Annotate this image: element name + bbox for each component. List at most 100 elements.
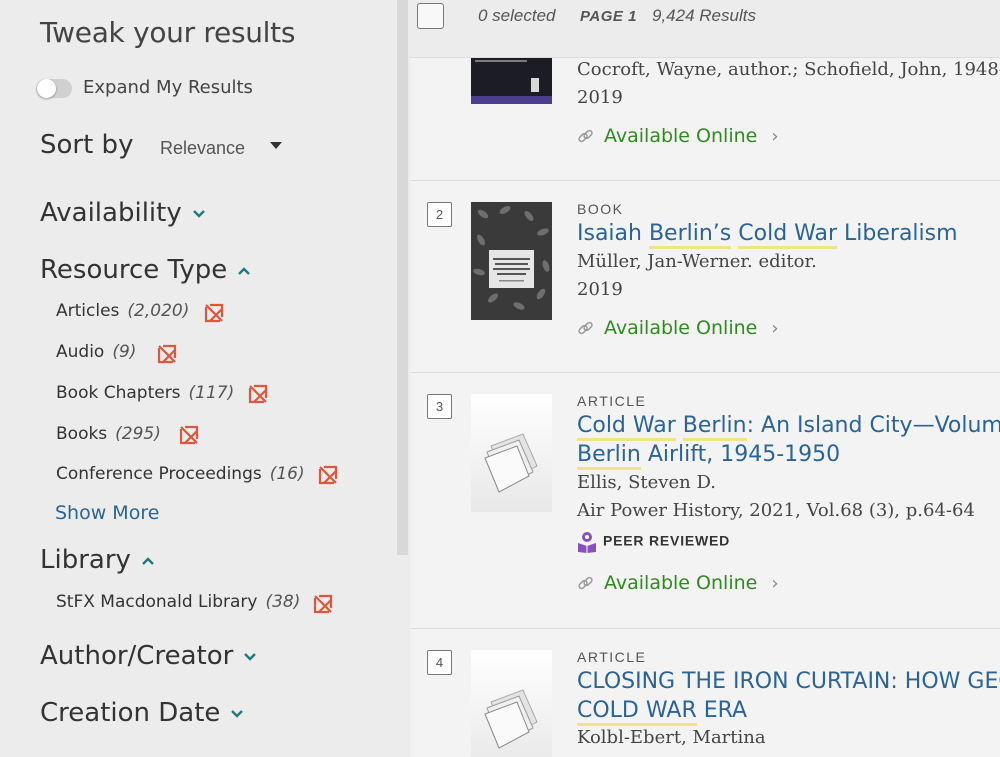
result-authors: Kolbl-Ebert, Martina [577,727,766,748]
facet-creation-date-label: Creation Date [40,698,221,728]
title-text: Isaiah [577,221,649,246]
title-highlight: Berlin [682,413,747,441]
peer-reviewed-badge: PEER REVIEWED [577,531,730,553]
exclude-facet-icon[interactable] [156,343,178,365]
available-online-label: Available Online [604,317,758,339]
link-icon [578,576,593,590]
facet-item-book-chapters[interactable]: Book Chapters (117) [56,383,234,403]
results-list: Cocroft, Wayne, author.; Schofield, John… [410,0,1000,757]
title-highlight: Cold War [577,413,676,441]
chevron-right-icon: › [771,318,779,339]
facet-scrollbar[interactable] [397,0,408,555]
selected-count: 0 selected [478,6,556,25]
peer-reviewed-label: PEER REVIEWED [603,532,731,549]
result-number: 3 [427,394,452,419]
title-highlight: Cold War [738,221,838,249]
panel-title: Tweak your results [40,16,296,49]
facet-availability-label: Availability [40,198,182,228]
show-more-link[interactable]: Show More [55,502,159,524]
result-number: 2 [427,202,452,227]
exclude-facet-icon[interactable] [203,302,225,324]
facet-item-label: Book Chapters [56,383,181,403]
facet-resource-type[interactable]: Resource Type [40,255,251,285]
facet-library-label: Library [40,545,131,575]
sort-select[interactable]: Relevance [160,138,245,159]
facet-item-count: (117) [188,383,235,403]
link-icon [578,321,593,335]
title-highlight: Berlin [577,442,641,470]
exclude-facet-icon[interactable] [317,464,339,486]
facet-item-label: Articles [56,301,120,321]
facet-item-conference-proceedings[interactable]: Conference Proceedings (16) [56,464,305,484]
toggle-knob [37,79,56,98]
result-title-link[interactable]: Isaiah Berlin’s Cold War Liberalism [577,219,958,249]
facet-item-count: (38) [265,592,301,612]
caret-down-icon[interactable] [270,142,282,149]
title-highlight: COLD WAR [577,698,697,726]
facet-availability[interactable]: Availability [40,198,206,228]
facet-item-label: Audio [56,342,105,362]
facet-item-count: (16) [269,464,305,484]
result-type: BOOK [577,201,624,217]
available-online-link[interactable]: Available Online › [577,125,779,147]
title-highlight: Berlin’s [648,221,732,249]
result-title-link[interactable]: Cold War Berlin: An Island City—Volume 1… [577,411,1000,470]
facet-item-label: Conference Proceedings [56,464,262,484]
result-item: 2 BOOK Isaiah Berlin’s Cold War Liberali… [410,181,1000,373]
page-indicator: PAGE 1 [580,8,637,25]
result-year: 2019 [577,87,623,108]
facet-creation-date[interactable]: Creation Date [40,698,244,728]
exclude-facet-icon[interactable] [178,424,200,446]
chevron-up-icon [142,556,154,565]
book-cover-thumbnail[interactable] [471,202,552,320]
facet-item-articles[interactable]: Articles (2,020) [56,301,189,321]
title-text [676,413,683,438]
title-text: : An Island City—Volume 1: [746,413,1000,438]
results-toolbar: 0 selected PAGE 1 9,424 Results [410,0,1000,58]
title-text: Airlift, 1945-1950 [640,442,841,467]
chevron-down-icon [231,709,244,718]
result-type: ARTICLE [577,393,647,409]
select-all-checkbox[interactable] [417,3,444,29]
article-thumbnail[interactable] [471,650,552,757]
result-authors: Ellis, Steven D. [577,472,716,493]
result-item: 4 ARTICLE CLOSING THE IRON CURTAIN: HOW … [410,629,1000,757]
link-icon [578,129,593,143]
result-source: Air Power History, 2021, Vol.68 (3), p.6… [577,500,975,521]
result-item: 3 ARTICLE Cold War Berlin: An Island Cit… [410,373,1000,629]
title-text: Liberalism [837,221,958,246]
exclude-facet-icon[interactable] [247,383,269,405]
facet-item-audio[interactable]: Audio (9) [56,342,136,362]
result-authors: Cocroft, Wayne, author.; Schofield, John… [577,59,1000,80]
expand-results-label: Expand My Results [83,77,253,98]
exclude-facet-icon[interactable] [312,593,334,615]
result-number: 4 [427,650,452,675]
sort-by-label: Sort by [40,130,134,160]
chevron-right-icon: › [771,573,779,594]
chevron-right-icon: › [771,126,779,147]
chevron-up-icon [238,266,251,275]
facet-item-count: (2,020) [127,301,190,321]
expand-results-toggle[interactable] [36,79,72,98]
chevron-down-icon [244,652,257,661]
result-year: 2019 [577,279,623,300]
facet-author-creator[interactable]: Author/Creator [40,641,257,671]
article-thumbnail[interactable] [471,394,552,512]
facet-item-books[interactable]: Books (295) [56,424,161,444]
title-text: CLOSING THE IRON CURTAIN: HOW GEOLO [577,669,1000,694]
chevron-down-icon [192,209,205,218]
available-online-link[interactable]: Available Online › [577,572,779,594]
peer-reviewed-icon [578,532,596,553]
facet-author-label: Author/Creator [40,641,234,671]
facet-item-stfx-macdonald-library[interactable]: StFX Macdonald Library (38) [56,592,300,612]
available-online-link[interactable]: Available Online › [577,317,779,339]
facet-item-count: (295) [115,424,161,444]
result-authors: Müller, Jan-Werner. editor. [577,251,817,272]
facet-library[interactable]: Library [40,545,155,575]
result-title-link[interactable]: CLOSING THE IRON CURTAIN: HOW GEOLO COLD … [577,667,1000,726]
title-text: ERA [696,698,748,723]
result-type: ARTICLE [577,649,647,665]
available-online-label: Available Online [604,125,758,147]
facet-item-count: (9) [112,342,137,362]
facet-item-label: Books [56,424,108,444]
